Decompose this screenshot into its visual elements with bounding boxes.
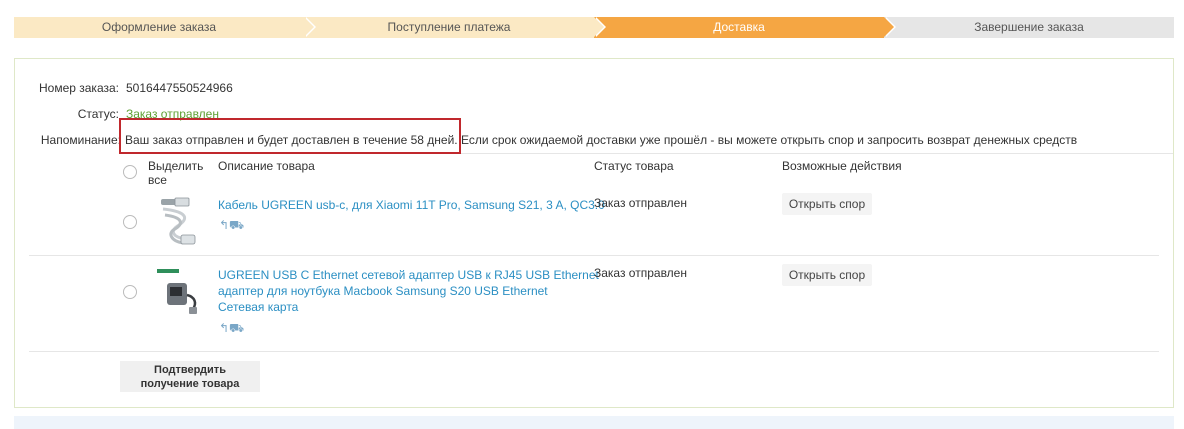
step-completion-label: Завершение заказа [974, 20, 1084, 34]
return-shipping-icons: ↰⛟ [219, 321, 245, 335]
divider [29, 255, 1159, 256]
reminder-highlight-box [119, 118, 461, 154]
step-delivery-label: Доставка [713, 20, 765, 34]
step-checkout-label: Оформление заказа [101, 20, 217, 34]
item-title-link[interactable]: UGREEN USB C Ethernet сетевой адаптер US… [218, 267, 599, 283]
item-title-link-line2[interactable]: адаптер для ноутбука Macbook Samsung S20… [218, 283, 548, 299]
confirm-receipt-line2: получение товара [140, 378, 240, 390]
confirm-receipt-button[interactable]: Подтвердить получение товара [120, 361, 260, 392]
open-dispute-button[interactable]: Открыть спор [782, 193, 872, 215]
item-checkbox[interactable] [123, 215, 137, 229]
item-status: Заказ отправлен [594, 196, 687, 210]
bottom-info-bar [14, 416, 1174, 429]
select-all-checkbox[interactable] [123, 165, 137, 179]
order-progress-steps: Оформление заказа Поступление платежа До… [14, 17, 1174, 38]
select-all-label-2: все [148, 173, 167, 187]
product-image-adapter[interactable] [155, 267, 207, 319]
order-status-label: Статус: [77, 107, 119, 121]
step-completion: Завершение заказа [884, 17, 1174, 38]
step-payment-label: Поступление платежа [387, 20, 511, 34]
step-checkout: Оформление заказа [14, 17, 316, 38]
step-payment: Поступление платежа [304, 17, 606, 38]
order-details-panel: Номер заказа: 5016447550524966 Статус: З… [14, 58, 1174, 408]
step-delivery: Доставка [594, 17, 896, 38]
item-status: Заказ отправлен [594, 266, 687, 280]
col-actions-header: Возможные действия [782, 159, 902, 173]
confirm-receipt-line1: Подтвердить [154, 364, 226, 376]
col-description-header: Описание товара [218, 159, 315, 173]
divider [29, 351, 1159, 352]
select-all-label: Выделить [148, 159, 204, 173]
order-number-value: 5016447550524966 [126, 81, 233, 95]
item-checkbox[interactable] [123, 285, 137, 299]
return-shipping-icons: ↰⛟ [219, 218, 245, 232]
open-dispute-button[interactable]: Открыть спор [782, 264, 872, 286]
item-title-link[interactable]: Кабель UGREEN usb-c, для Xiaomi 11T Pro,… [218, 197, 605, 213]
product-image-cable[interactable] [155, 195, 207, 247]
item-title-link-line3[interactable]: Сетевая карта [218, 299, 298, 315]
order-number-label: Номер заказа: [38, 81, 119, 95]
reminder-label: Напоминание: [40, 133, 121, 147]
col-status-header: Статус товара [594, 159, 674, 173]
